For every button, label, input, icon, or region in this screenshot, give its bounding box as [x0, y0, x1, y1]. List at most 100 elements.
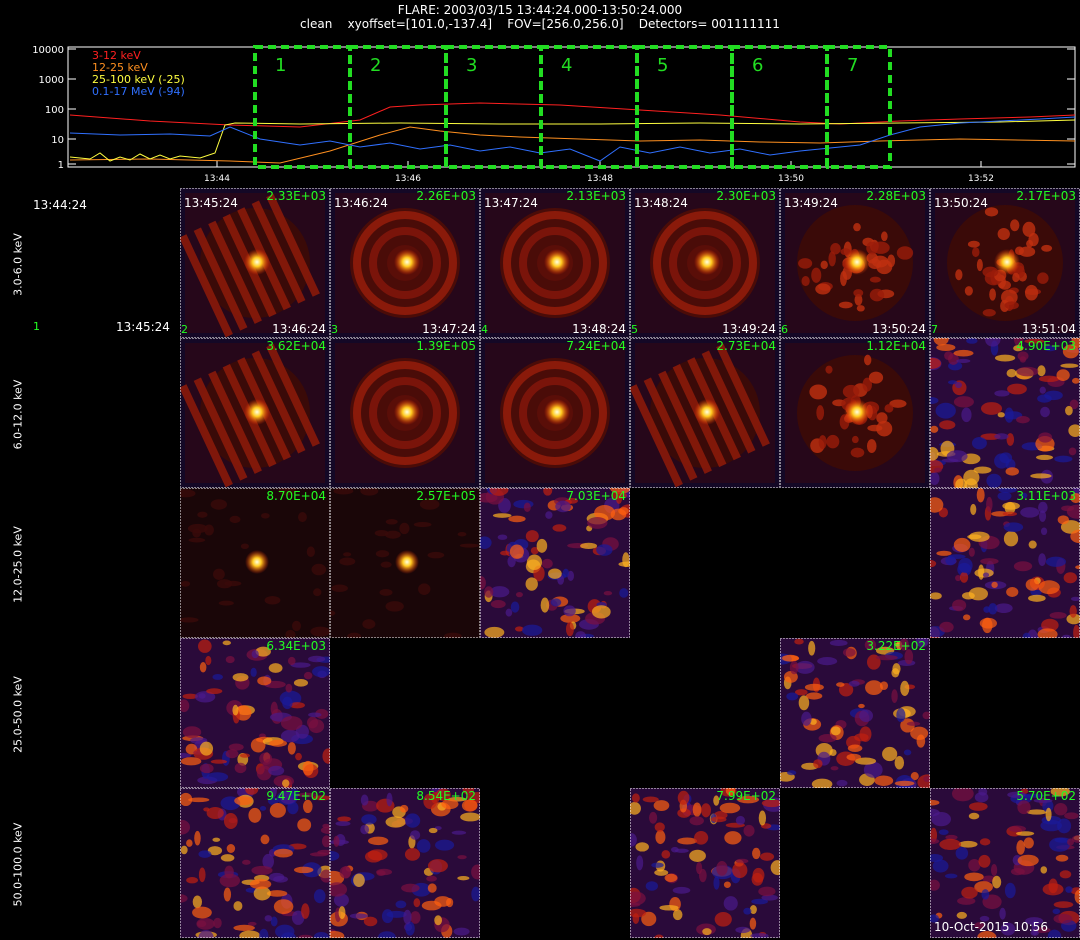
image-tile: 1.39E+05: [330, 338, 480, 488]
tile-image: [480, 188, 630, 338]
image-tile: 7.03E+04: [480, 488, 630, 638]
image-tile: 2.26E+03 13:46:24 3 13:47:24: [330, 188, 480, 338]
lightcurve-plot: 10000 1000 100 10 1 13:44 13:46 13:48 13:50 13:52…: [32, 45, 1076, 184]
tile-image: [780, 188, 930, 338]
image-tile: 8.70E+04: [180, 488, 330, 638]
image-parameters: clean xyoffset=[101.0,-137.4] FOV=[256.0…: [300, 17, 780, 31]
tile-image: [480, 338, 630, 488]
tile-end-time: 13:50:24: [872, 322, 926, 336]
tile-image: [930, 488, 1080, 638]
tile-max-value: 3.11E+03: [1016, 489, 1076, 503]
tile-max-value: 3.22E+02: [866, 639, 926, 653]
tile-start-time: 13:48:24: [634, 196, 688, 210]
time-interval-box: [348, 45, 448, 169]
flare-title: FLARE: 2003/03/15 13:44:24.000-13:50:24.…: [397, 3, 683, 17]
lightcurve-y-tick: 1: [58, 160, 64, 171]
first-interval-index: 1: [33, 320, 40, 333]
tile-end-time: 13:48:24: [572, 322, 626, 336]
lightcurve-x-tick: 13:44: [204, 174, 230, 184]
hessi-image-panel: FLARE: 2003/03/15 13:44:24.000-13:50:24.…: [0, 0, 1080, 940]
energy-band-label: 25.0-50.0 keV: [11, 676, 25, 753]
image-tile: 8.54E+02: [330, 788, 480, 938]
tile-interval-index: 4: [481, 323, 488, 336]
time-interval-label: 7: [847, 55, 858, 76]
lightcurve-x-tick: 13:52: [968, 174, 994, 184]
tile-end-time: 13:47:24: [422, 322, 476, 336]
tile-end-time: 13:46:24: [272, 322, 326, 336]
tile-max-value: 2.33E+03: [266, 189, 326, 203]
footer-timestamp: 10-Oct-2015 10:56: [934, 920, 1048, 934]
tile-image: [630, 338, 780, 488]
lightcurve-x-tick: 13:48: [587, 174, 613, 184]
tile-image: [180, 788, 330, 938]
tile-max-value: 2.26E+03: [416, 189, 476, 203]
tile-start-time: 13:49:24: [784, 196, 838, 210]
tile-image: [330, 338, 480, 488]
image-tile: 2.17E+03 13:50:24 7 13:51:04: [930, 188, 1080, 338]
tile-max-value: 7.99E+02: [716, 789, 776, 803]
first-interval-end: 13:45:24: [116, 320, 170, 334]
tile-max-value: 9.47E+02: [266, 789, 326, 803]
time-interval-label: 3: [466, 55, 477, 76]
image-tile: 2.13E+03 13:47:24 4 13:48:24: [480, 188, 630, 338]
tile-end-time: 13:49:24: [722, 322, 776, 336]
image-tile: 6.34E+03: [180, 638, 330, 788]
tile-interval-index: 7: [931, 323, 938, 336]
tile-max-value: 2.73E+04: [716, 339, 776, 353]
energy-band-label: 50.0-100.0 keV: [11, 822, 25, 907]
lightcurve-y-tick: 10000: [32, 45, 64, 56]
tile-image: [630, 788, 780, 938]
tile-start-time: 13:45:24: [184, 196, 238, 210]
image-tile: 2.33E+03 13:45:24 2 13:46:24: [180, 188, 330, 338]
tile-interval-index: 6: [781, 323, 788, 336]
tile-image: [180, 638, 330, 788]
tile-image: [480, 488, 630, 638]
time-interval-label: 1: [275, 55, 286, 76]
image-tile: 2.57E+05: [330, 488, 480, 638]
lightcurve-y-tick: 10: [51, 135, 64, 146]
tile-max-value: 2.30E+03: [716, 189, 776, 203]
image-tile: 7.24E+04: [480, 338, 630, 488]
tile-max-value: 2.57E+05: [416, 489, 476, 503]
tile-image: [330, 788, 480, 938]
tile-interval-index: 3: [331, 323, 338, 336]
start-time: 13:44:24: [33, 198, 87, 212]
image-tile: 4.90E+03: [930, 338, 1080, 488]
tile-interval-index: 5: [631, 323, 638, 336]
tile-start-time: 13:47:24: [484, 196, 538, 210]
tile-max-value: 1.39E+05: [416, 339, 476, 353]
time-interval-box: [635, 45, 734, 169]
tile-image: [930, 188, 1080, 338]
image-tile: 2.30E+03 13:48:24 5 13:49:24: [630, 188, 780, 338]
tile-image: [330, 188, 480, 338]
time-interval-label: 2: [370, 55, 381, 76]
tile-image: [780, 338, 930, 488]
lightcurve-x-tick: 13:50: [778, 174, 804, 184]
tile-max-value: 4.90E+03: [1016, 339, 1076, 353]
tile-image: [780, 638, 930, 788]
energy-band-label: 6.0-12.0 keV: [11, 379, 25, 450]
lightcurve-y-tick: 1000: [39, 75, 64, 86]
tile-image: [630, 188, 780, 338]
tile-image: [180, 488, 330, 638]
energy-band-label: 3.0-6.0 keV: [11, 233, 25, 296]
time-interval-label: 6: [752, 55, 763, 76]
tile-image: [180, 188, 330, 338]
tile-max-value: 2.13E+03: [566, 189, 626, 203]
tile-max-value: 3.62E+04: [266, 339, 326, 353]
image-tile: 2.28E+03 13:49:24 6 13:50:24: [780, 188, 930, 338]
image-tile: 7.99E+02: [630, 788, 780, 938]
lightcurve-y-tick: 100: [45, 105, 64, 116]
tile-max-value: 8.54E+02: [416, 789, 476, 803]
image-tile: 1.12E+04: [780, 338, 930, 488]
time-interval-box: [825, 45, 892, 169]
tile-start-time: 13:46:24: [334, 196, 388, 210]
tile-max-value: 5.70E+02: [1016, 789, 1076, 803]
tile-image: [330, 488, 480, 638]
tile-max-value: 2.17E+03: [1016, 189, 1076, 203]
time-interval-label: 4: [561, 55, 572, 76]
tile-max-value: 1.12E+04: [866, 339, 926, 353]
tile-end-time: 13:51:04: [1022, 322, 1076, 336]
image-tile: 3.11E+03: [930, 488, 1080, 638]
image-tile: 9.47E+02: [180, 788, 330, 938]
